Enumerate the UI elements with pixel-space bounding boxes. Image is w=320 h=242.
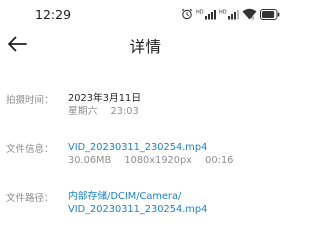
svg-text:HD: HD <box>219 10 227 16</box>
file-path-line-2[interactable]: VID_20230311_230254.mp4 <box>68 203 207 216</box>
file-path-value[interactable]: 内部存储/DCIM/Camera/ VID_20230311_230254.mp… <box>68 190 207 216</box>
status-time: 12:29 <box>35 7 72 22</box>
capture-date: 2023年3月11日 <box>68 93 142 104</box>
svg-text:HD: HD <box>196 10 204 16</box>
file-duration: 00:16 <box>205 155 234 166</box>
capture-weekday-time: 星期六 23:03 <box>68 105 141 118</box>
capture-time-label: 拍摄时间： <box>6 95 54 106</box>
capture-clock: 23:03 <box>110 106 139 117</box>
wifi-icon: 6 <box>242 8 257 20</box>
page-title: 详情 <box>129 38 162 56</box>
app-bar: 详情 <box>0 26 291 66</box>
capture-weekday: 星期六 <box>68 106 98 117</box>
file-size: 30.06MB <box>68 155 112 166</box>
file-path-label: 文件路径： <box>6 193 54 204</box>
capture-time-value: 2023年3月11日 星期六 23:03 <box>68 92 141 118</box>
file-meta: 30.06MB 1080x1920px 00:16 <box>68 154 233 167</box>
status-bar: 12:29 HD HD 6 <box>0 0 291 26</box>
hd-signal-icon: HD <box>196 8 216 20</box>
alarm-icon <box>181 8 193 20</box>
file-resolution: 1080x1920px <box>124 155 193 166</box>
file-info-label: 文件信息： <box>6 144 54 155</box>
battery-icon <box>260 8 280 20</box>
hd-signal-icon-2: HD <box>219 8 239 20</box>
svg-text:6: 6 <box>251 16 254 21</box>
file-info-value: VID_20230311_230254.mp4 30.06MB 1080x192… <box>68 141 233 167</box>
file-name-link[interactable]: VID_20230311_230254.mp4 <box>68 141 233 154</box>
file-path-line-1[interactable]: 内部存储/DCIM/Camera/ <box>68 190 207 203</box>
status-icons: HD HD 6 <box>181 8 280 20</box>
